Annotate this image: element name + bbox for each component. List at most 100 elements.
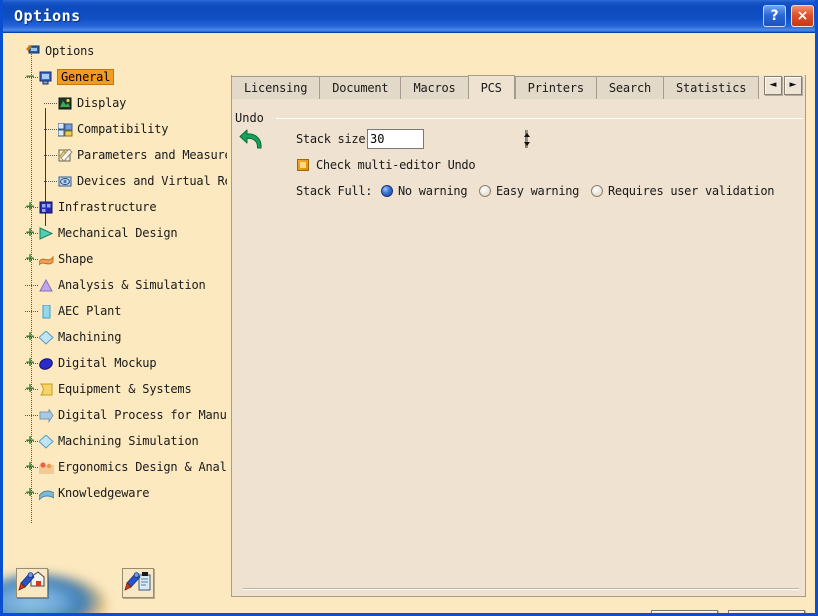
tree-connector-digital-process-for-manuf — [25, 410, 38, 421]
tree-item-aec-plant[interactable]: AEC Plant — [12, 298, 227, 324]
radio-no-warning[interactable] — [381, 185, 393, 197]
options-document-tool[interactable] — [122, 568, 154, 598]
plus-icon: + — [25, 199, 36, 213]
tab-pcs[interactable]: PCS — [467, 75, 515, 99]
tree-item-label: Ergonomics Design & Analy — [58, 460, 227, 474]
tree-expander-knowledgeware[interactable]: + — [25, 486, 38, 499]
tab-licensing[interactable]: Licensing — [231, 76, 320, 99]
options-root-icon — [26, 44, 41, 58]
tree-item-equipment-systems[interactable]: + Equipment & Systems — [12, 376, 227, 402]
tab-statistics[interactable]: Statistics — [663, 76, 760, 99]
tree-item-label: General — [58, 70, 114, 84]
tree-connector — [25, 311, 38, 312]
tab-document[interactable]: Document — [319, 76, 401, 99]
tree-expander-digital-mockup[interactable]: + — [25, 355, 38, 369]
stack-size-spinner[interactable] — [367, 129, 530, 149]
tree-item-label: Digital Mockup — [58, 356, 157, 370]
tree-connector-display — [44, 98, 57, 109]
options-tree[interactable]: Options − General Display Compatibility … — [12, 38, 227, 533]
tree-expander-ergonomics-design-analy[interactable]: + — [25, 459, 38, 473]
radio-label-no-warning[interactable]: No warning — [398, 184, 468, 198]
digital-mockup-icon — [39, 356, 54, 370]
plus-icon: + — [25, 459, 36, 473]
tree-item-machining-simulation[interactable]: + Machining Simulation — [12, 428, 227, 454]
tree-expander-machining[interactable]: + — [25, 330, 38, 343]
tree-item-shape[interactable]: + Shape — [12, 246, 227, 272]
radio-label-easy-warning[interactable]: Easy warning — [496, 184, 579, 198]
tab-printers[interactable]: Printers — [514, 76, 596, 99]
tree-item-label: Display — [77, 96, 127, 110]
tree-item-options[interactable]: Options — [12, 38, 227, 64]
compatibility-icon — [57, 122, 73, 137]
analysis-simulation-icon — [39, 278, 54, 292]
tree-item-label: Infrastructure — [58, 200, 157, 214]
undo-group-title: Undo — [235, 111, 269, 125]
tree-item-mechanical-design[interactable]: + Mechanical Design — [12, 220, 227, 246]
plus-icon: + — [25, 433, 36, 447]
tree-item-machining[interactable]: + Machining — [12, 324, 227, 350]
tree-item-analysis-simulation[interactable]: Analysis & Simulation — [12, 272, 227, 298]
tree-item-label: Devices and Virtual Rea — [77, 174, 227, 188]
tree-connector — [44, 103, 57, 104]
check-multi-editor-undo-checkbox[interactable] — [297, 159, 309, 171]
tree-item-compatibility[interactable]: Compatibility — [12, 116, 227, 142]
tree-item-digital-process-for-manuf[interactable]: Digital Process for Manuf — [12, 402, 227, 428]
tree-item-label: Parameters and Measure — [77, 148, 227, 162]
tab-scroll-left-button[interactable]: ◄ — [764, 76, 782, 95]
tab-search[interactable]: Search — [595, 76, 664, 99]
tree-item-general[interactable]: − General — [12, 64, 227, 90]
options-home-tool[interactable] — [16, 568, 48, 598]
undo-group-separator — [276, 118, 803, 119]
tree-connector-compatibility — [44, 124, 57, 135]
tree-item-label: Equipment & Systems — [58, 382, 192, 396]
check-multi-editor-undo-label[interactable]: Check multi-editor Undo — [316, 158, 476, 172]
tree-item-digital-mockup[interactable]: + Digital Mockup — [12, 350, 227, 376]
tree-item-ergonomics-design-analy[interactable]: + Ergonomics Design & Analy — [12, 454, 227, 480]
tree-item-devices-and-virtual-rea[interactable]: Devices and Virtual Rea — [12, 168, 227, 194]
tree-item-label: Machining — [58, 330, 122, 344]
tree-expander-mechanical-design[interactable]: + — [25, 225, 38, 239]
radio-requires-user-validation[interactable] — [591, 185, 603, 197]
tree-expander-shape[interactable]: + — [25, 252, 38, 265]
ok-button[interactable]: OK — [651, 610, 718, 613]
radio-easy-warning[interactable] — [479, 185, 491, 197]
stack-full-label: Stack Full: — [296, 184, 373, 198]
tree-connector — [25, 285, 38, 286]
spinner-up-button[interactable] — [524, 130, 530, 139]
tab-strip[interactable]: Licensing Document Macros PCS Printers Search… — [231, 75, 806, 99]
ergonomics-icon — [39, 460, 54, 474]
stack-size-input[interactable] — [368, 130, 525, 148]
tree-connector-aec-plant — [25, 306, 38, 317]
spinner-buttons[interactable] — [524, 130, 530, 148]
cancel-button[interactable]: Cancel — [728, 610, 805, 613]
tree-connector — [44, 129, 57, 130]
tree-expander-equipment-systems[interactable]: + — [25, 382, 38, 395]
tree-item-knowledgeware[interactable]: + Knowledgeware — [12, 480, 227, 506]
spinner-down-button[interactable] — [524, 139, 530, 148]
close-icon[interactable]: × — [791, 5, 814, 27]
radio-label-requires-user-validation[interactable]: Requires user validation — [608, 184, 775, 198]
tree-item-label: Shape — [58, 252, 94, 266]
infrastructure-icon — [39, 200, 54, 214]
tab-scroll-right-button[interactable]: ► — [784, 76, 802, 95]
tree-expander-infrastructure[interactable]: + — [25, 199, 38, 213]
tab-scroll-buttons[interactable]: ◄ ► — [764, 76, 802, 95]
display-icon — [58, 96, 73, 110]
tree-item-parameters-and-measure[interactable]: Parameters and Measure — [12, 142, 227, 168]
tree-expander-machining-simulation[interactable]: + — [25, 433, 38, 447]
tree-item-display[interactable]: Display — [12, 90, 227, 116]
tree-item-label: Options — [45, 44, 95, 58]
tree-expander-general[interactable]: − — [25, 70, 38, 83]
tree-connector-devices-and-virtual-rea — [44, 176, 57, 187]
machining-icon — [38, 330, 54, 345]
window-title: Options — [14, 7, 81, 25]
document-wrench-icon — [124, 572, 151, 591]
plus-icon: + — [25, 355, 36, 369]
tree-connector-analysis-simulation — [25, 280, 38, 291]
tree-item-label: Compatibility — [77, 122, 169, 136]
tree-item-infrastructure[interactable]: + Infrastructure — [12, 194, 227, 220]
tab-macros[interactable]: Macros — [400, 76, 468, 99]
plus-icon: + — [25, 225, 36, 239]
help-icon[interactable]: ? — [763, 5, 786, 27]
tree-connector — [44, 155, 57, 156]
